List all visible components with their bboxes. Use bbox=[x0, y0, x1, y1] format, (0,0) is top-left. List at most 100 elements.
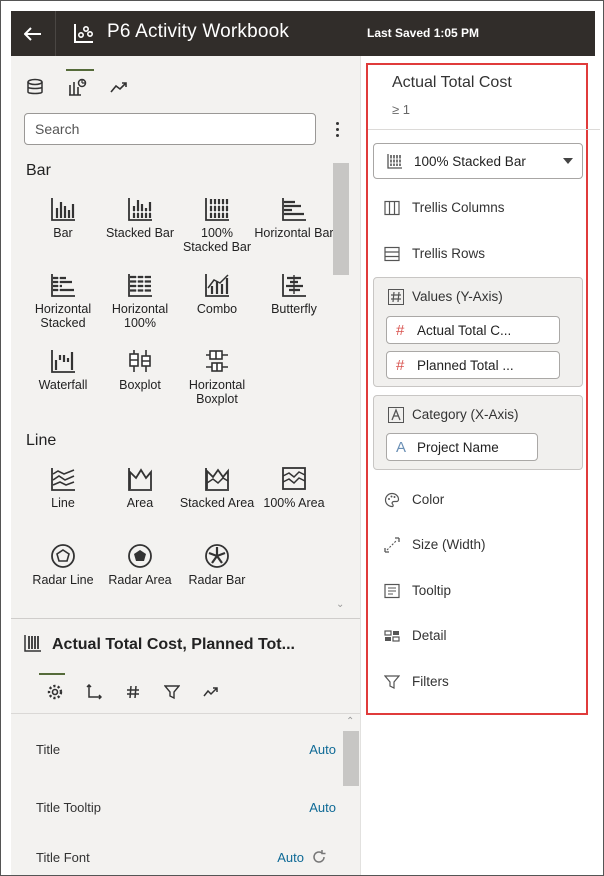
stacked-bar-icon bbox=[128, 198, 152, 221]
attribute-pill[interactable]: A Project Name bbox=[386, 433, 538, 461]
vis-label: Line bbox=[51, 496, 75, 510]
measure-hash-icon: # bbox=[396, 322, 405, 339]
property-label: Title Font bbox=[36, 850, 90, 865]
vis-horizontal-boxplot[interactable]: Horizontal Boxplot bbox=[177, 348, 257, 406]
scrollbar-thumb[interactable] bbox=[333, 163, 349, 275]
pill-label: Project Name bbox=[417, 440, 499, 455]
vis-stacked-bar[interactable]: Stacked Bar bbox=[100, 196, 180, 240]
back-button[interactable] bbox=[11, 11, 56, 56]
tab-values[interactable] bbox=[113, 673, 152, 711]
dropzone-label: Size (Width) bbox=[412, 537, 486, 552]
tab-analytics[interactable] bbox=[105, 68, 133, 98]
vis-horizontal-stacked[interactable]: Horizontal Stacked bbox=[23, 272, 103, 330]
last-saved-status: Last Saved 1:05 PM bbox=[367, 26, 480, 40]
properties-scrollbar[interactable] bbox=[343, 731, 359, 786]
property-title: Title Auto bbox=[36, 742, 336, 764]
axis-icon bbox=[85, 684, 102, 700]
vis-radar-area[interactable]: Radar Area bbox=[100, 543, 180, 587]
radar-bar-icon bbox=[205, 544, 229, 568]
vis-horizontal-100[interactable]: Horizontal 100% bbox=[100, 272, 180, 330]
vis-butterfly[interactable]: Butterfly bbox=[254, 272, 334, 316]
vis-label: Bar bbox=[53, 226, 73, 240]
line-chart-icon bbox=[51, 468, 75, 491]
analytics-icon bbox=[202, 687, 218, 697]
vis-label: Waterfall bbox=[38, 378, 88, 392]
attribute-a-icon: A bbox=[396, 439, 407, 456]
category-x-axis-dropzone[interactable]: Category (X-Axis) A Project Name bbox=[373, 395, 583, 470]
left-panel-tabs bbox=[21, 68, 133, 98]
horizontal-stacked-icon bbox=[51, 274, 75, 297]
values-y-axis-dropzone[interactable]: Values (Y-Axis) # Actual Total C... # Pl… bbox=[373, 277, 583, 387]
vis-radar-line[interactable]: Radar Line bbox=[23, 543, 103, 587]
100-area-icon bbox=[282, 467, 306, 490]
vis-boxplot[interactable]: Boxplot bbox=[100, 348, 180, 392]
filter-icon bbox=[163, 685, 180, 700]
vis-label: Horizontal 100% bbox=[111, 302, 169, 330]
visualization-subtitle: ≥ 1 bbox=[392, 102, 410, 117]
property-value-link[interactable]: Auto bbox=[277, 850, 304, 865]
dropzone-label: Color bbox=[412, 492, 445, 507]
vis-combo[interactable]: Combo bbox=[177, 272, 257, 316]
app-frame: P6 Activity Workbook Last Saved 1:05 PM … bbox=[0, 0, 604, 876]
area-chart-icon bbox=[128, 468, 152, 491]
measure-pill[interactable]: # Planned Total ... bbox=[386, 351, 560, 379]
section-heading-line: Line bbox=[26, 432, 57, 449]
reset-icon[interactable] bbox=[311, 849, 327, 865]
vis-line[interactable]: Line bbox=[23, 466, 103, 510]
workbook-title: P6 Activity Workbook bbox=[107, 21, 290, 42]
panel-divider bbox=[11, 618, 360, 619]
pill-label: Planned Total ... bbox=[417, 358, 514, 373]
filter-icon bbox=[384, 675, 400, 689]
vis-label: Boxplot bbox=[119, 378, 161, 392]
vis-horizontal-bar[interactable]: Horizontal Bar bbox=[254, 196, 334, 240]
vis-label: 100% Stacked Bar bbox=[182, 226, 252, 254]
property-value-link[interactable]: Auto bbox=[309, 800, 336, 815]
vis-stacked-area[interactable]: Stacked Area bbox=[177, 466, 257, 510]
tab-data[interactable] bbox=[21, 68, 49, 98]
tab-analytics[interactable] bbox=[191, 673, 230, 711]
vis-100-stacked-bar[interactable]: 100% Stacked Bar bbox=[177, 196, 257, 254]
tooltip-icon bbox=[384, 583, 400, 599]
vis-label: Area bbox=[126, 496, 154, 510]
properties-title: Actual Total Cost, Planned Tot... bbox=[52, 636, 295, 653]
waterfall-icon bbox=[51, 350, 75, 373]
hash-icon bbox=[126, 685, 139, 699]
scroll-down-icon[interactable]: ⌄ bbox=[336, 599, 344, 610]
measure-pill[interactable]: # Actual Total C... bbox=[386, 316, 560, 344]
trellis-rows-icon bbox=[384, 246, 400, 262]
vis-label: Radar Bar bbox=[188, 573, 246, 587]
scroll-up-icon[interactable]: ⌃ bbox=[346, 716, 354, 727]
vis-bar[interactable]: Bar bbox=[23, 196, 103, 240]
chevron-down-icon bbox=[563, 158, 573, 164]
vis-label: Horizontal Boxplot bbox=[188, 378, 246, 406]
vis-label: Radar Line bbox=[32, 573, 94, 587]
property-value-link[interactable]: Auto bbox=[309, 742, 336, 757]
tab-filters[interactable] bbox=[152, 673, 191, 711]
vis-label: Butterfly bbox=[271, 302, 317, 316]
stacked-area-icon bbox=[205, 468, 229, 491]
dropzone-label: Trellis Columns bbox=[412, 200, 505, 215]
vis-waterfall[interactable]: Waterfall bbox=[23, 348, 103, 392]
pill-label: Actual Total C... bbox=[417, 323, 512, 338]
tab-visualizations[interactable] bbox=[63, 68, 94, 98]
tab-axis[interactable] bbox=[74, 673, 113, 711]
boxplot-icon bbox=[129, 350, 151, 372]
property-label: Title Tooltip bbox=[36, 800, 102, 815]
measure-hash-icon: # bbox=[396, 357, 405, 374]
property-label: Title bbox=[36, 742, 61, 757]
more-options-icon[interactable] bbox=[332, 116, 342, 142]
size-icon bbox=[384, 537, 400, 553]
tab-general[interactable] bbox=[35, 673, 74, 711]
dropzone-label: Category (X-Axis) bbox=[412, 407, 519, 422]
section-heading-bar: Bar bbox=[26, 162, 51, 179]
search-input[interactable] bbox=[24, 113, 316, 145]
left-panel: Bar Bar Stacked Bar 100% Stacked Bar Hor… bbox=[11, 56, 360, 875]
vis-area[interactable]: Area bbox=[100, 466, 180, 510]
vis-100-area[interactable]: 100% Area bbox=[254, 466, 334, 510]
visualization-type-select[interactable]: 100% Stacked Bar bbox=[373, 143, 583, 179]
vis-radar-bar[interactable]: Radar Bar bbox=[177, 543, 257, 587]
trellis-columns-icon bbox=[384, 200, 400, 216]
vis-list-scrollbar[interactable] bbox=[333, 163, 349, 618]
bar-chart-icon bbox=[51, 198, 75, 221]
app-header: P6 Activity Workbook Last Saved 1:05 PM bbox=[11, 11, 595, 56]
